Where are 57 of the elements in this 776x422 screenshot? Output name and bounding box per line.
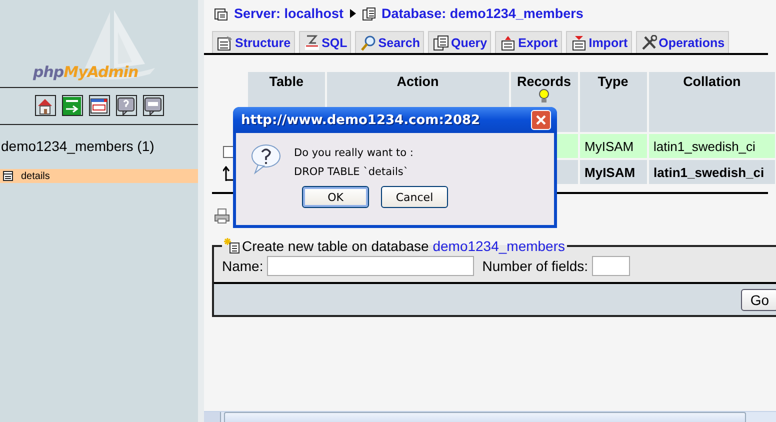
table-cell: MyISAM (580, 134, 647, 158)
help-bubble-button[interactable] (116, 95, 136, 116)
scrollbar[interactable] (204, 411, 776, 422)
structure-icon (217, 34, 233, 50)
tab[interactable]: SQL (298, 31, 352, 53)
tools-icon (640, 34, 657, 50)
exit-button[interactable] (62, 95, 82, 116)
table-cell: latin1_swedish_ci (648, 160, 776, 184)
database-link[interactable]: Database: demo1234_members (382, 6, 584, 21)
fields-count-field[interactable] (592, 256, 630, 276)
database-link[interactable]: demo1234_members (432, 238, 565, 254)
ok-button[interactable]: OK (302, 186, 369, 208)
dialog-message: DROP TABLE `details` (294, 166, 410, 178)
tab[interactable]: Query (428, 31, 492, 53)
question-bubble-icon (250, 143, 282, 175)
server-icon (214, 6, 228, 20)
table-item[interactable]: details (0, 169, 198, 183)
server-link[interactable]: Server: localhost (234, 6, 344, 21)
table-cell: MyISAM (580, 160, 647, 184)
field-label: Number of fields: (482, 258, 588, 274)
go-button[interactable]: Go (741, 288, 776, 310)
column-header: Collation (648, 72, 776, 132)
query-icon (432, 34, 449, 50)
arrow-icon (350, 9, 356, 18)
sql-window-icon (90, 96, 108, 114)
new-table-icon (224, 238, 240, 254)
search-icon (360, 34, 376, 50)
export-icon (500, 34, 516, 50)
name-field[interactable] (267, 256, 474, 276)
close-button[interactable] (531, 110, 551, 130)
close-icon (535, 114, 547, 126)
database-name[interactable]: demo1234_members (1) (1, 138, 154, 154)
help-bubble-icon (117, 96, 135, 114)
house-icon (36, 96, 54, 114)
printer-icon[interactable] (214, 208, 230, 224)
dialog-message: Do you really want to : (294, 147, 414, 159)
table-cell: latin1_swedish_ci (648, 134, 776, 158)
cancel-button[interactable]: Cancel (381, 186, 448, 208)
tab[interactable]: Export (495, 31, 562, 53)
app-logo: phpMyAdmin (33, 63, 138, 81)
lightbulb-icon (538, 89, 550, 103)
house-button[interactable] (34, 95, 56, 116)
tab[interactable]: Operations (636, 31, 729, 53)
table-icon (3, 171, 13, 181)
import-icon (570, 34, 587, 50)
field-label: Name: (222, 258, 264, 274)
exit-icon (63, 96, 81, 114)
tab[interactable]: Search (355, 31, 424, 53)
tab[interactable]: Structure (212, 31, 295, 53)
sql-bubble-icon (144, 96, 162, 114)
column-header: Type (580, 72, 647, 132)
create-table-legend: Create new table on database demo1234_members (242, 238, 565, 254)
sql-window-button[interactable] (88, 95, 110, 116)
tab[interactable]: Import (566, 31, 632, 53)
database-icon (362, 6, 376, 20)
sql-bubble-button[interactable] (142, 95, 164, 116)
up-arrow-icon (223, 166, 235, 181)
